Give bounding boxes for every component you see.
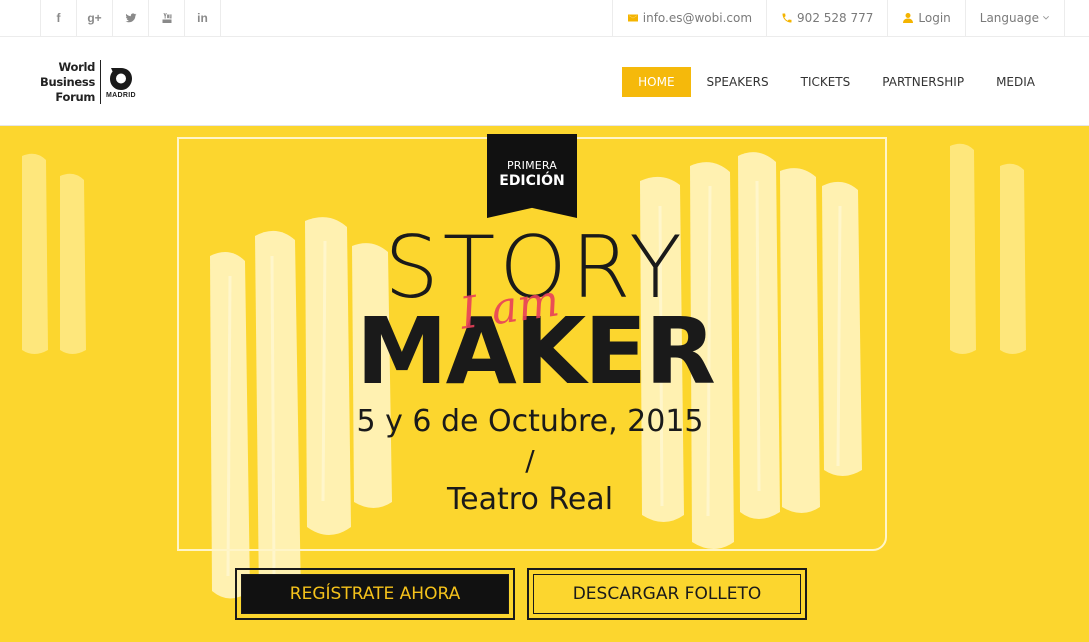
envelope-icon <box>627 14 638 22</box>
language-dropdown[interactable]: Language <box>966 0 1065 36</box>
site-logo[interactable]: World Business Forum MADRID <box>40 59 136 105</box>
nav-item-media[interactable]: MEDIA <box>980 67 1051 97</box>
phone-link[interactable]: 902 528 777 <box>767 0 889 36</box>
event-venue: Teatro Real <box>446 482 614 517</box>
contact-bar: info.es@wobi.com 902 528 777 Login Langu… <box>611 0 1065 36</box>
chevron-down-icon <box>1043 16 1049 20</box>
logo-wordmark: World Business Forum <box>40 60 95 105</box>
logo-divider <box>100 60 102 104</box>
logo-line-2: Business <box>40 74 96 89</box>
email-text: info.es@wobi.com <box>642 11 753 25</box>
download-brochure-button[interactable]: DESCARGAR FOLLETO <box>527 568 807 620</box>
email-link[interactable]: info.es@wobi.com <box>613 0 768 36</box>
language-text: Language <box>979 11 1039 25</box>
register-button-label: REGÍSTRATE AHORA <box>241 574 509 614</box>
logo-line-1: World <box>58 59 96 74</box>
linkedin-icon[interactable]: in <box>185 0 221 36</box>
login-link[interactable]: Login <box>888 0 966 36</box>
social-links: f g+ in <box>40 0 221 36</box>
edition-badge: PRIMERA EDICIÓN <box>487 134 577 218</box>
login-text: Login <box>918 11 951 25</box>
event-date: 5 y 6 de Octubre, 2015 <box>356 404 704 439</box>
nav-item-partnership[interactable]: PARTNERSHIP <box>866 67 980 97</box>
youtube-icon[interactable] <box>149 0 185 36</box>
top-bar: f g+ in info.es@wobi.com 902 528 777 Log… <box>0 0 1089 37</box>
nav-item-home[interactable]: HOME <box>622 67 691 97</box>
badge-line-1: PRIMERA <box>506 159 558 172</box>
event-separator: / <box>525 444 535 477</box>
wobi-logo-icon <box>109 67 132 90</box>
logo-line-3: Forum <box>55 89 96 104</box>
user-icon <box>903 13 914 23</box>
nav-item-tickets[interactable]: TICKETS <box>785 67 867 97</box>
main-nav: HOME SPEAKERS TICKETS PARTNERSHIP MEDIA <box>622 67 1051 97</box>
google-plus-icon[interactable]: g+ <box>77 0 113 36</box>
nav-item-speakers[interactable]: SPEAKERS <box>691 67 785 97</box>
logo-mark: MADRID <box>106 66 136 99</box>
twitter-icon[interactable] <box>113 0 149 36</box>
facebook-icon[interactable]: f <box>41 0 77 36</box>
logo-city: MADRID <box>106 91 136 99</box>
download-brochure-label: DESCARGAR FOLLETO <box>533 574 801 614</box>
phone-icon <box>782 13 792 23</box>
register-button[interactable]: REGÍSTRATE AHORA <box>235 568 515 620</box>
main-header: World Business Forum MADRID HOME SPEAKER… <box>0 37 1089 126</box>
badge-line-2: EDICIÓN <box>499 173 565 189</box>
hero-banner: PRIMERA EDICIÓN STORY MAKER I am 5 y 6 d… <box>0 126 1089 642</box>
phone-text: 902 528 777 <box>797 11 874 25</box>
